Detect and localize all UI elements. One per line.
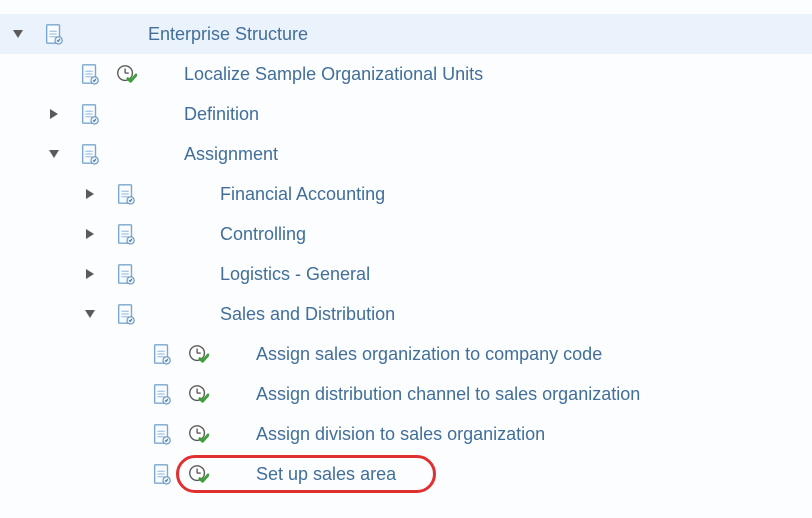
tree-node-label: Enterprise Structure bbox=[144, 24, 812, 45]
expand-toggle[interactable] bbox=[72, 229, 108, 239]
tree-node-label: Financial Accounting bbox=[216, 184, 812, 205]
tree-node-logistics[interactable]: Logistics - General bbox=[0, 254, 812, 294]
document-icon bbox=[108, 263, 144, 285]
tree-node-label: Assign distribution channel to sales org… bbox=[252, 384, 812, 405]
activity-icon[interactable] bbox=[180, 423, 216, 445]
document-icon bbox=[72, 63, 108, 85]
tree-node-enterprise-structure[interactable]: Enterprise Structure bbox=[0, 14, 812, 54]
tree-node-fi[interactable]: Financial Accounting bbox=[0, 174, 812, 214]
tree-node-sorg-cc[interactable]: Assign sales organization to company cod… bbox=[0, 334, 812, 374]
document-icon bbox=[36, 23, 72, 45]
tree-node-co[interactable]: Controlling bbox=[0, 214, 812, 254]
activity-icon[interactable] bbox=[180, 383, 216, 405]
document-icon bbox=[144, 343, 180, 365]
document-icon bbox=[72, 103, 108, 125]
tree-node-localize[interactable]: Localize Sample Organizational Units bbox=[0, 54, 812, 94]
document-icon bbox=[144, 463, 180, 485]
document-icon bbox=[108, 303, 144, 325]
tree-node-div-sorg[interactable]: Assign division to sales organization bbox=[0, 414, 812, 454]
document-icon bbox=[108, 183, 144, 205]
activity-icon[interactable] bbox=[108, 63, 144, 85]
tree-node-definition[interactable]: Definition bbox=[0, 94, 812, 134]
expand-toggle[interactable] bbox=[72, 269, 108, 279]
tree-node-label: Set up sales area bbox=[252, 464, 812, 485]
document-icon bbox=[108, 223, 144, 245]
tree-node-label: Sales and Distribution bbox=[216, 304, 812, 325]
document-icon bbox=[144, 423, 180, 445]
tree-node-label: Localize Sample Organizational Units bbox=[180, 64, 812, 85]
activity-icon[interactable] bbox=[180, 463, 216, 485]
expand-toggle[interactable] bbox=[36, 109, 72, 119]
document-icon bbox=[72, 143, 108, 165]
tree-node-label: Assignment bbox=[180, 144, 812, 165]
tree-node-label: Definition bbox=[180, 104, 812, 125]
expand-toggle[interactable] bbox=[36, 150, 72, 158]
expand-toggle[interactable] bbox=[72, 189, 108, 199]
tree-node-assignment[interactable]: Assignment bbox=[0, 134, 812, 174]
tree-node-label: Controlling bbox=[216, 224, 812, 245]
tree-node-dc-sorg[interactable]: Assign distribution channel to sales org… bbox=[0, 374, 812, 414]
activity-icon[interactable] bbox=[180, 343, 216, 365]
tree-node-label: Logistics - General bbox=[216, 264, 812, 285]
tree-node-sales-area[interactable]: Set up sales area bbox=[0, 454, 812, 494]
document-icon bbox=[144, 383, 180, 405]
img-tree: Enterprise Structure Localize Sample Org… bbox=[0, 0, 812, 494]
expand-toggle[interactable] bbox=[0, 30, 36, 38]
expand-toggle[interactable] bbox=[72, 310, 108, 318]
tree-node-label: Assign division to sales organization bbox=[252, 424, 812, 445]
tree-node-label: Assign sales organization to company cod… bbox=[252, 344, 812, 365]
tree-node-sd[interactable]: Sales and Distribution bbox=[0, 294, 812, 334]
